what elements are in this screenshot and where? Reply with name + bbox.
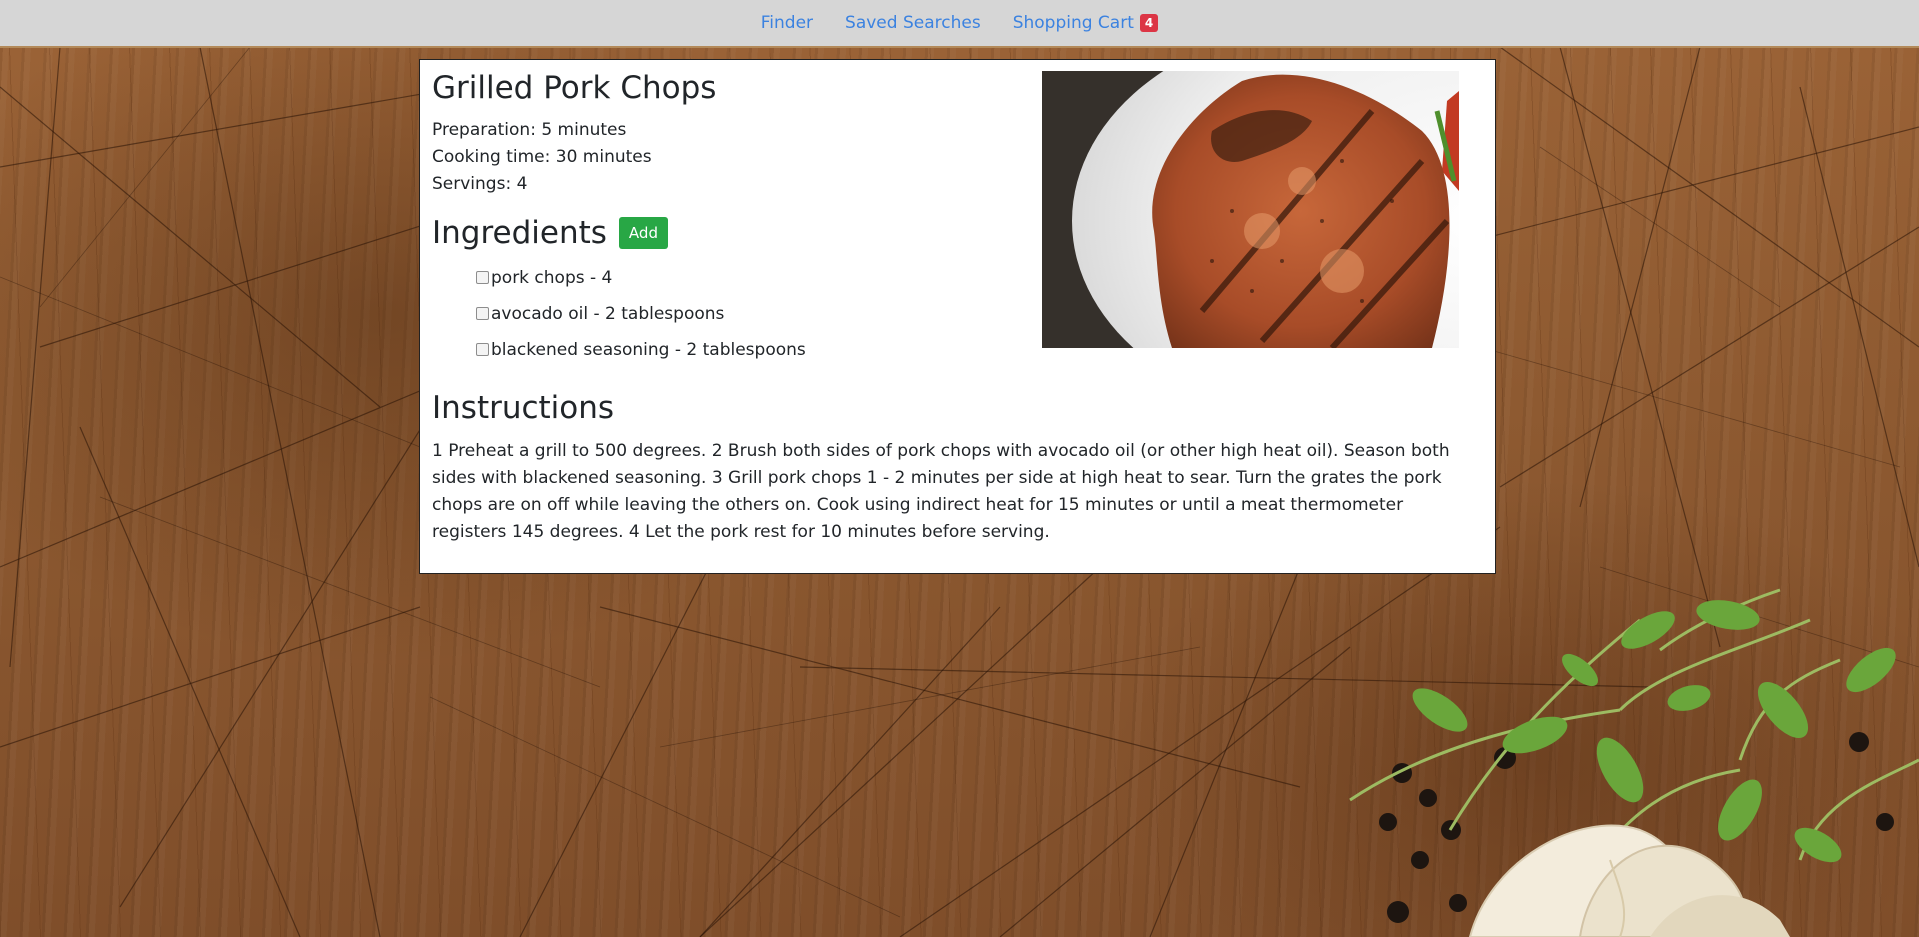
herbs-garlic-decoration xyxy=(1349,588,1919,937)
ingredients-header: Ingredients Add xyxy=(432,215,668,251)
instructions-text: 1 Preheat a grill to 500 degrees. 2 Brus… xyxy=(432,441,1450,542)
shopping-cart-label: Shopping Cart xyxy=(1012,13,1134,33)
instructions-heading: Instructions xyxy=(432,390,615,426)
ingredient-label: blackened seasoning - 2 tablespoons xyxy=(491,340,806,360)
preparation-time: Preparation: 5 minutes xyxy=(432,120,627,140)
nav-link-finder[interactable]: Finder xyxy=(761,13,813,33)
list-item: avocado oil - 2 tablespoons xyxy=(476,304,806,340)
ingredient-label: pork chops - 4 xyxy=(491,268,613,288)
ingredient-checkbox[interactable] xyxy=(476,271,489,284)
nav-link-shopping-cart[interactable]: Shopping Cart 4 xyxy=(1013,13,1159,33)
ingredients-list: pork chops - 4 avocado oil - 2 tablespoo… xyxy=(476,268,806,376)
add-ingredients-button[interactable]: Add xyxy=(618,217,668,249)
nav-link-saved-searches[interactable]: Saved Searches xyxy=(845,13,981,33)
list-item: pork chops - 4 xyxy=(476,268,806,304)
ingredients-heading: Ingredients xyxy=(432,215,607,251)
cart-count-badge: 4 xyxy=(1139,14,1159,32)
ingredient-label: avocado oil - 2 tablespoons xyxy=(491,304,725,324)
top-nav: Finder Saved Searches Shopping Cart 4 xyxy=(0,0,1919,48)
recipe-photo xyxy=(1042,71,1459,348)
servings: Servings: 4 xyxy=(432,174,528,194)
garlic-cloves xyxy=(1468,824,1790,937)
cooking-time: Cooking time: 30 minutes xyxy=(432,147,652,167)
ingredient-checkbox[interactable] xyxy=(476,307,489,320)
recipe-title: Grilled Pork Chops xyxy=(432,70,717,106)
recipe-card: Grilled Pork Chops Preparation: 5 minute… xyxy=(419,59,1496,574)
ingredient-checkbox[interactable] xyxy=(476,343,489,356)
list-item: blackened seasoning - 2 tablespoons xyxy=(476,340,806,376)
